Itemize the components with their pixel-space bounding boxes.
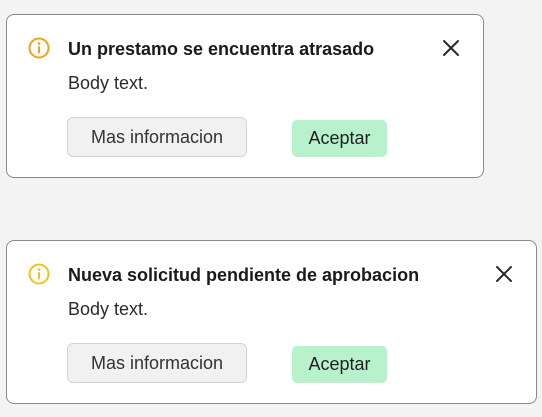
accept-button[interactable]: Aceptar xyxy=(292,346,387,383)
close-icon[interactable] xyxy=(441,38,461,58)
info-circle-icon xyxy=(28,263,50,285)
alert-title: Un prestamo se encuentra atrasado xyxy=(68,39,375,59)
more-info-button[interactable]: Mas informacion xyxy=(67,117,247,157)
info-circle-icon xyxy=(28,37,50,59)
alert-card: Un prestamo se encuentra atrasado Body t… xyxy=(6,14,484,178)
more-info-button[interactable]: Mas informacion xyxy=(67,343,247,383)
alert-body: Body text. xyxy=(68,73,149,93)
accept-button[interactable]: Aceptar xyxy=(292,120,387,157)
alert-card: Nueva solicitud pendiente de aprobacion … xyxy=(6,240,537,404)
alert-title: Nueva solicitud pendiente de aprobacion xyxy=(68,265,420,285)
alert-body: Body text. xyxy=(68,299,149,319)
close-icon[interactable] xyxy=(494,264,514,284)
